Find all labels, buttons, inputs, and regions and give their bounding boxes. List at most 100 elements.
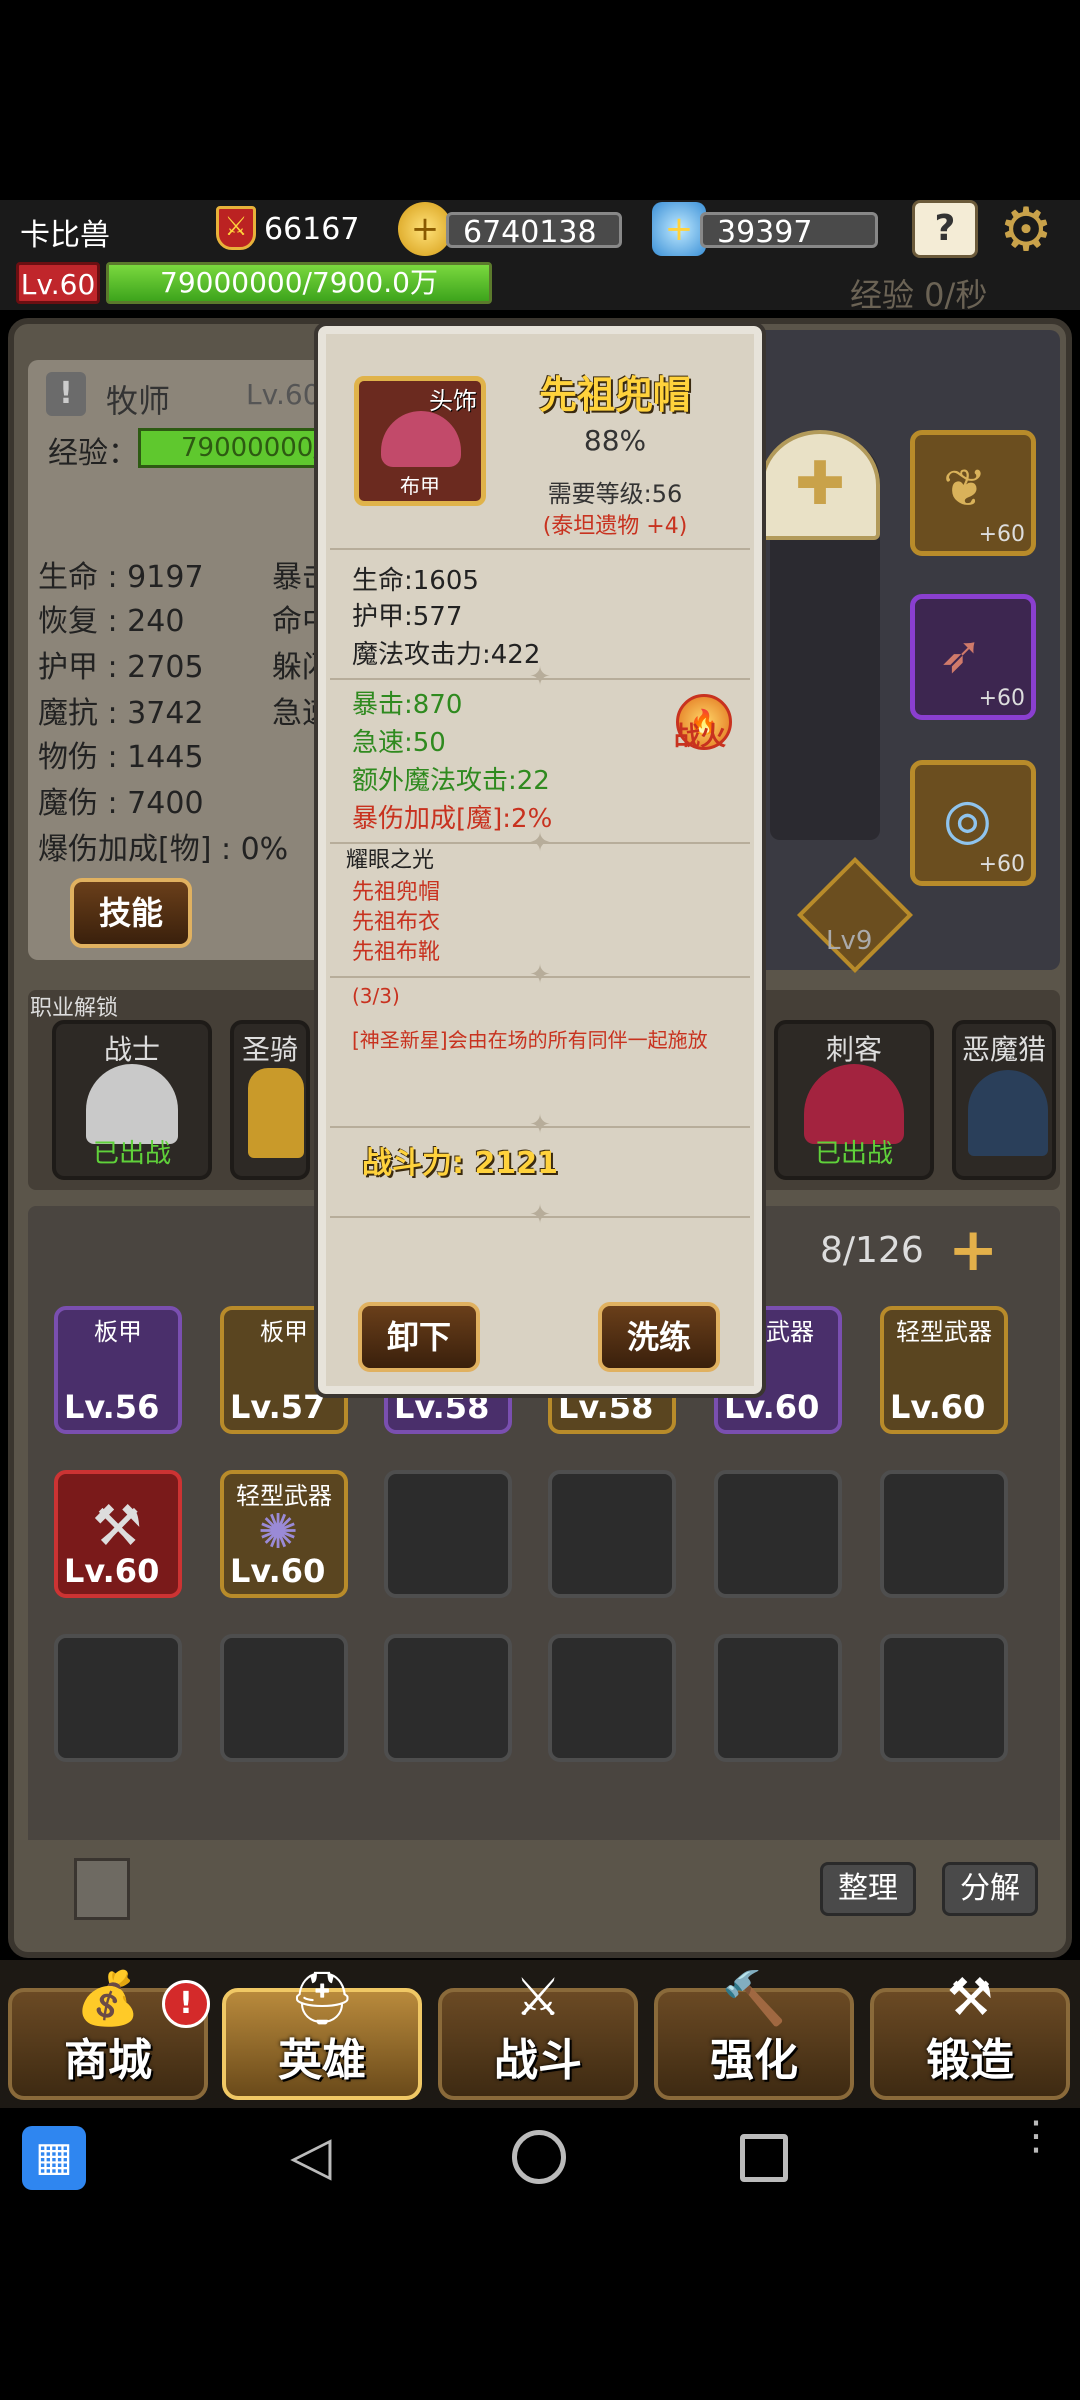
equip-slot-level: +60 [978,522,1025,547]
inventory-slot-empty[interactable] [714,1470,842,1598]
hero-stat-armor: 护甲 : 2705 [38,650,204,685]
gem-icon: + [652,202,706,256]
tooltip-slot-label: 头饰 [429,387,477,415]
help-book-button[interactable]: ? [912,200,978,258]
tooltip-required-level: 需要等级:56 [547,480,683,508]
tooltip-set-item: 先祖兜帽 [352,880,441,905]
inventory-slot-empty[interactable] [220,1634,348,1762]
equip-slot-level: +60 [978,686,1025,711]
class-card-assassin[interactable]: 刺客 已出战 [774,1020,934,1180]
class-name: 刺客 [825,1033,882,1066]
inventory-slot[interactable]: ⚒ Lv.60 [54,1470,182,1598]
nav-forge-button[interactable]: ⚒ 锻造 [870,1968,1070,2100]
item-level: Lv.57 [230,1388,326,1426]
hero-stat-crit-dmg: 爆伤加成[物] : 0% [38,832,289,867]
notification-badge: ! [162,1980,210,2028]
hat-icon [381,411,461,467]
equip-slot-ring[interactable]: ◎ +60 [910,760,1036,886]
axe-icon: ⚒ [92,1494,143,1559]
tooltip-bonus-stat: 急速:50 [352,728,446,758]
weapon-icon: ➶ [939,625,983,685]
power-value: 66167 [264,212,360,247]
xp-rate-text: 经验 0/秒 [850,276,988,314]
inventory-slot[interactable]: 板甲 Lv.56 [54,1306,182,1434]
tooltip-item-icon: 头饰 布甲 [354,376,486,506]
tooltip-set-name: 耀眼之光 [346,848,435,873]
gem-counter[interactable]: 39397 [700,212,878,250]
fire-badge-label: 战火 [674,722,727,752]
class-card-warrior[interactable]: 战士 已出战 [52,1020,212,1180]
hero-stat-magic-dmg: 魔伤 : 7400 [38,786,204,821]
home-icon[interactable] [512,2130,566,2184]
tooltip-combat-power: 战斗力: 2121 [362,1146,558,1181]
inventory-slot-empty[interactable] [548,1470,676,1598]
tooltip-base-stat: 魔法攻击力:422 [352,640,541,670]
equip-slot-weapon[interactable]: ➶ +60 [910,594,1036,720]
app-grid-icon[interactable]: ▦ [22,2126,86,2190]
hero-level: Lv.60 [246,378,321,411]
class-name: 恶魔猎 [961,1033,1046,1066]
tooltip-bonus-special: 暴伤加成[魔]:2% [352,804,553,834]
book-icon[interactable] [74,1858,130,1920]
hero-mitre-icon: ✚ [760,430,880,540]
inventory-slot-empty[interactable] [384,1470,512,1598]
nav-label: 锻造 [926,2035,1014,2086]
hero-stat-resist: 魔抗 : 3742 [38,696,204,731]
item-type: 轻型武器 [896,1318,992,1346]
tooltip-ornament: ✦ [529,828,551,858]
unequip-button[interactable]: 卸下 [358,1302,480,1372]
tooltip-base-stat: 护甲:577 [352,602,463,632]
inventory-slot-empty[interactable] [880,1470,1008,1598]
inventory-slot-empty[interactable] [548,1634,676,1762]
tooltip-ornament: ✦ [529,1200,551,1230]
more-options-icon[interactable]: ⋮ [1016,2116,1056,2186]
reforge-button[interactable]: 洗练 [598,1302,720,1372]
tooltip-base-stat: 生命:1605 [352,566,479,596]
inventory-slot[interactable]: 轻型武器 ✺ Lv.60 [220,1470,348,1598]
nav-shop-button[interactable]: 💰 商城 ! [8,1969,210,2100]
tooltip-item-name: 先祖兜帽 [538,373,691,417]
gold-value: 6740138 [463,215,597,250]
nav-hero-button[interactable]: ⛑ 英雄 [222,1969,422,2100]
decompose-button[interactable]: 分解 [942,1862,1038,1916]
class-name: 战士 [103,1033,160,1066]
tooltip-set-item: 先祖布衣 [352,910,441,935]
player-level-badge: Lv.60 [16,262,100,304]
skill-button[interactable]: 技能 [70,878,192,948]
hero-xp-value: 79000000/7 [181,433,339,463]
tooltip-bonus-stat: 额外魔法攻击:22 [352,766,550,796]
inventory-slot-empty[interactable] [54,1634,182,1762]
inventory-slot-empty[interactable] [714,1634,842,1762]
nav-enhance-button[interactable]: 🔨 强化 [654,1969,854,2100]
hero-class-name: 牧师 [106,382,171,420]
tooltip-bonus-stat: 暴击:870 [352,690,463,720]
class-status: 已出战 [92,1139,171,1169]
item-type: 板甲 [94,1318,142,1346]
crossed-swords-icon: ⚔ [514,1968,562,2028]
inventory-slot[interactable]: 轻型武器 Lv.60 [880,1306,1008,1434]
gold-counter[interactable]: 6740138 [446,212,622,250]
inventory-slot-empty[interactable] [384,1634,512,1762]
hood-icon [804,1064,904,1144]
recents-icon[interactable] [740,2134,788,2182]
nav-label: 强化 [710,2035,798,2086]
power-icon: ⚔ [216,206,256,250]
inventory-slot-empty[interactable] [880,1634,1008,1762]
settings-gear-icon[interactable]: ⚙ [994,198,1058,262]
nav-battle-button[interactable]: ⚔ 战斗 [438,1968,638,2100]
back-icon[interactable]: ◁ [290,2126,346,2186]
expand-inventory-icon[interactable]: + [948,1220,1008,1282]
hammer-icon: 🔨 [721,1969,787,2029]
hero-xp-bar: 79000000/7 [138,428,339,468]
gem-value: 39397 [717,215,813,250]
equip-slot-amulet[interactable]: ❦ +60 [910,430,1036,556]
sort-button[interactable]: 整理 [820,1862,916,1916]
player-name: 卡比兽 [20,218,110,253]
class-card-demon-hunter[interactable]: 恶魔猎 [952,1020,1056,1180]
item-level: Lv.60 [230,1552,326,1590]
nav-label: 商城 [64,2035,152,2086]
class-card-paladin[interactable]: 圣骑 [230,1020,310,1180]
hero-xp-label: 经验： [48,436,138,471]
tooltip-divider [330,548,750,550]
tooltip-set-effect: [神圣新星]会由在场的所有同伴一起施放 [352,1028,708,1052]
